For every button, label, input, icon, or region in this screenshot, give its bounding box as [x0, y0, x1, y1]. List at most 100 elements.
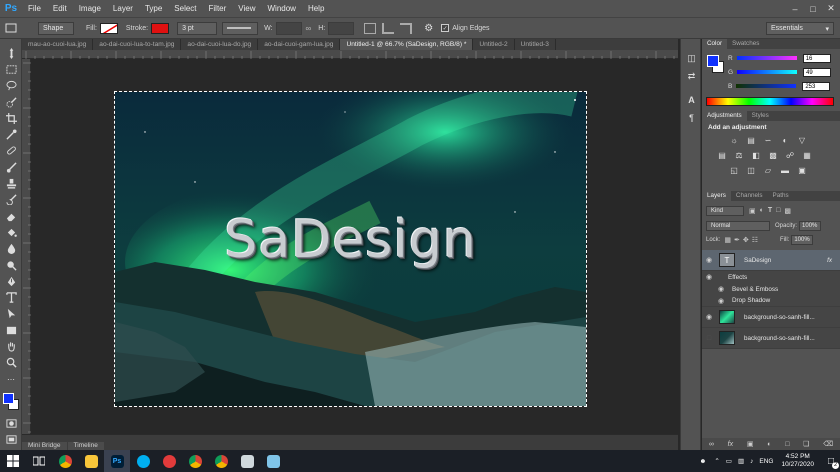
tab-document[interactable]: ao-dai-cuoi-lua-to-tam.jpg	[93, 39, 182, 50]
notifications-icon[interactable]: □ 2	[822, 450, 840, 472]
exposure-icon[interactable]: ◐	[779, 135, 791, 145]
add-mask-icon[interactable]: ▣	[747, 440, 754, 448]
document-text-layer[interactable]: SaDesign	[115, 210, 586, 270]
workspace-select[interactable]: Essentials ▾	[766, 22, 834, 35]
chrome-icon[interactable]	[182, 450, 208, 472]
lock-transparent-icon[interactable]: ▦	[724, 236, 731, 244]
fill-swatch[interactable]	[99, 22, 118, 34]
curves-icon[interactable]: ∽	[762, 135, 774, 145]
stroke-type-select[interactable]	[222, 21, 259, 35]
layer-effects-row[interactable]: ◉ Effects	[702, 271, 840, 283]
app-icon[interactable]	[234, 450, 260, 472]
invert-icon[interactable]: ◱	[728, 165, 740, 175]
character-icon[interactable]: A	[681, 91, 702, 109]
minimize-icon[interactable]: –	[786, 0, 804, 17]
filter-smart-object-icon[interactable]: ▩	[784, 207, 791, 215]
document-canvas[interactable]: SaDesign	[114, 91, 587, 407]
move-tool-icon[interactable]	[0, 45, 22, 61]
new-layer-icon[interactable]: ❏	[803, 440, 809, 448]
layer-name[interactable]: SaDesign	[744, 257, 771, 264]
channel-g-input[interactable]: 49	[803, 67, 832, 77]
threshold-icon[interactable]: ▱	[762, 165, 774, 175]
clock[interactable]: 4:52 PM 10/27/2020	[781, 453, 814, 469]
maximize-icon[interactable]: □	[804, 0, 822, 17]
new-group-icon[interactable]: □	[785, 441, 789, 448]
tab-styles[interactable]: Styles	[747, 111, 774, 121]
tab-paths[interactable]: Paths	[768, 191, 794, 201]
quick-selection-tool-icon[interactable]	[0, 94, 22, 110]
lock-position-icon[interactable]: ✥	[743, 236, 749, 244]
app-icon[interactable]	[260, 450, 286, 472]
lasso-tool-icon[interactable]	[0, 78, 22, 94]
layer-row-text[interactable]: ◉ T SaDesign fx	[702, 250, 840, 271]
layer-filter-select[interactable]: Kind	[706, 205, 744, 216]
menu-file[interactable]: File	[22, 0, 47, 17]
chevron-up-icon[interactable]: ⌃	[714, 457, 719, 465]
shape-tool-preset-icon[interactable]	[0, 23, 22, 33]
windows-start-icon[interactable]	[0, 450, 26, 472]
tab-document[interactable]: ao-dai-cuoi-lua-do.jpg	[181, 39, 259, 50]
width-input[interactable]	[275, 21, 302, 35]
tab-layers[interactable]: Layers	[702, 191, 731, 201]
brightness-icon[interactable]: ☼	[728, 135, 740, 145]
path-operations-icon[interactable]	[364, 22, 377, 34]
skype-icon[interactable]	[130, 450, 156, 472]
lock-all-icon[interactable]: ☷	[752, 236, 758, 244]
link-icon[interactable]: ∞	[306, 24, 312, 33]
filter-shape-icon[interactable]: □	[776, 207, 780, 214]
blend-mode-select[interactable]: Normal	[706, 221, 770, 231]
paragraph-icon[interactable]: ¶	[681, 109, 702, 127]
vibrance-icon[interactable]: ▽	[796, 135, 808, 145]
color-balance-icon[interactable]: ⚖	[733, 150, 745, 160]
healing-brush-tool-icon[interactable]	[0, 143, 22, 159]
foreground-color[interactable]	[3, 393, 14, 405]
channel-g-slider[interactable]	[737, 70, 798, 74]
dodge-tool-icon[interactable]	[0, 257, 22, 273]
tab-document[interactable]: Untitled-2	[473, 39, 515, 50]
tab-channels[interactable]: Channels	[731, 191, 768, 201]
tab-adjustments[interactable]: Adjustments	[702, 111, 747, 121]
more-tools-icon[interactable]: ⋯	[0, 371, 22, 387]
zoom-tool-icon[interactable]	[0, 355, 22, 371]
layer-row-image[interactable]: ◉ background-so-sanh-fill...	[702, 307, 840, 328]
menu-window[interactable]: Window	[262, 0, 302, 17]
levels-icon[interactable]: ▤	[745, 135, 757, 145]
app-icon[interactable]	[156, 450, 182, 472]
history-icon[interactable]: ◫	[681, 49, 702, 67]
hand-tool-icon[interactable]	[0, 338, 22, 354]
brush-tool-icon[interactable]	[0, 159, 22, 175]
new-adjustment-icon[interactable]: ◐	[767, 441, 771, 448]
channel-r-input[interactable]: 16	[802, 53, 831, 63]
paint-bucket-tool-icon[interactable]	[0, 224, 22, 240]
visibility-eye-icon[interactable]: ◉	[702, 313, 716, 321]
stroke-width-field[interactable]: 3 pt	[177, 21, 218, 35]
chrome-icon[interactable]	[208, 450, 234, 472]
hue-saturation-icon[interactable]: ▤	[716, 150, 728, 160]
channel-b-slider[interactable]	[736, 84, 797, 88]
visibility-eye-icon[interactable]: ◉	[714, 297, 728, 305]
menu-image[interactable]: Image	[73, 0, 107, 17]
tab-color[interactable]: Color	[702, 39, 728, 49]
tool-mode-select[interactable]: Shape	[38, 21, 74, 35]
tab-timeline[interactable]: Timeline	[67, 442, 104, 450]
layer-name[interactable]: background-so-sanh-fill...	[744, 335, 815, 342]
menu-layer[interactable]: Layer	[107, 0, 139, 17]
blur-tool-icon[interactable]	[0, 241, 22, 257]
filter-type-icon[interactable]: T	[768, 207, 772, 214]
layer-effect-bevel-row[interactable]: ◉ Bevel & Emboss	[702, 283, 840, 295]
posterize-icon[interactable]: ◫	[745, 165, 757, 175]
align-edges-checkbox[interactable]: ✓	[441, 24, 450, 32]
volume-icon[interactable]: ♪	[750, 458, 753, 465]
visibility-eye-icon[interactable]: ◉	[702, 256, 716, 264]
path-alignment-icon[interactable]	[382, 22, 395, 34]
rectangle-tool-icon[interactable]	[0, 322, 22, 338]
menu-type[interactable]: Type	[139, 0, 168, 17]
menu-select[interactable]: Select	[168, 0, 202, 17]
network-icon[interactable]: ▥	[738, 457, 744, 465]
add-style-icon[interactable]: fx	[728, 441, 733, 448]
gear-icon[interactable]: ⚙	[424, 23, 433, 34]
tab-document[interactable]: mau-ao-cuoi-lua.jpg	[22, 39, 94, 50]
quick-mask-icon[interactable]	[0, 415, 22, 431]
photoshop-taskbar-icon[interactable]: Ps	[104, 450, 130, 472]
visibility-eye-icon[interactable]: ◉	[702, 273, 716, 281]
